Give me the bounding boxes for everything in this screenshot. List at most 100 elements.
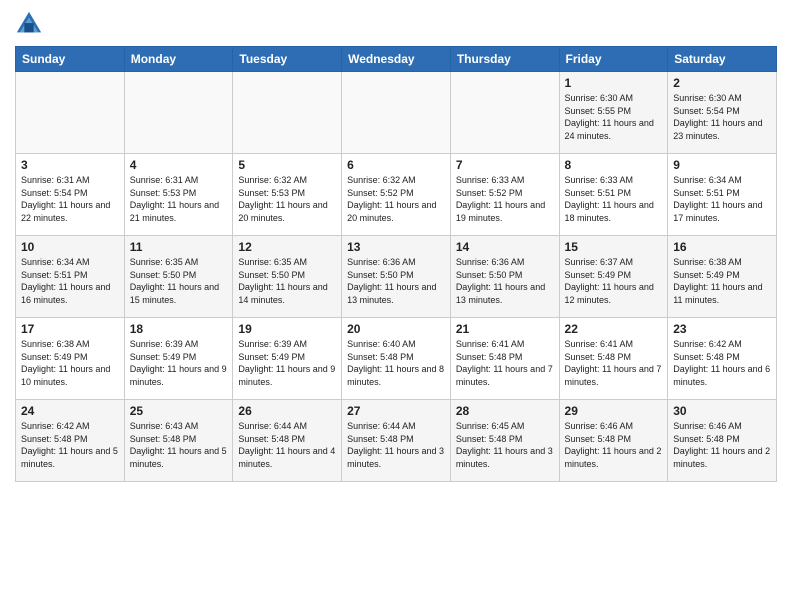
day-info: Sunrise: 6:39 AM Sunset: 5:49 PM Dayligh…	[130, 338, 228, 388]
day-info: Sunrise: 6:46 AM Sunset: 5:48 PM Dayligh…	[565, 420, 663, 470]
day-number: 29	[565, 404, 663, 418]
day-number: 28	[456, 404, 554, 418]
day-number: 10	[21, 240, 119, 254]
calendar-day: 15 Sunrise: 6:37 AM Sunset: 5:49 PM Dayli…	[559, 236, 668, 318]
calendar-day: 18 Sunrise: 6:39 AM Sunset: 5:49 PM Dayli…	[124, 318, 233, 400]
day-info: Sunrise: 6:33 AM Sunset: 5:52 PM Dayligh…	[456, 174, 554, 224]
calendar-table: SundayMondayTuesdayWednesdayThursdayFrid…	[15, 46, 777, 482]
day-info: Sunrise: 6:41 AM Sunset: 5:48 PM Dayligh…	[456, 338, 554, 388]
calendar-day	[233, 72, 342, 154]
calendar-body: 1 Sunrise: 6:30 AM Sunset: 5:55 PM Daylig…	[16, 72, 777, 482]
day-info: Sunrise: 6:35 AM Sunset: 5:50 PM Dayligh…	[238, 256, 336, 306]
day-number: 14	[456, 240, 554, 254]
day-info: Sunrise: 6:31 AM Sunset: 5:53 PM Dayligh…	[130, 174, 228, 224]
calendar-day	[450, 72, 559, 154]
day-info: Sunrise: 6:32 AM Sunset: 5:53 PM Dayligh…	[238, 174, 336, 224]
day-number: 5	[238, 158, 336, 172]
day-number: 30	[673, 404, 771, 418]
calendar-day: 24 Sunrise: 6:42 AM Sunset: 5:48 PM Dayli…	[16, 400, 125, 482]
weekday-header: Wednesday	[342, 47, 451, 72]
day-number: 7	[456, 158, 554, 172]
day-info: Sunrise: 6:31 AM Sunset: 5:54 PM Dayligh…	[21, 174, 119, 224]
day-info: Sunrise: 6:30 AM Sunset: 5:55 PM Dayligh…	[565, 92, 663, 142]
calendar-day: 8Sunrise: 6:33 AM Sunset: 5:51 PM Daylig…	[559, 154, 668, 236]
calendar-day: 6Sunrise: 6:32 AM Sunset: 5:52 PM Daylig…	[342, 154, 451, 236]
day-number: 22	[565, 322, 663, 336]
calendar-day: 10 Sunrise: 6:34 AM Sunset: 5:51 PM Dayli…	[16, 236, 125, 318]
day-number: 27	[347, 404, 445, 418]
calendar-day: 26Sunrise: 6:44 AM Sunset: 5:48 PM Dayli…	[233, 400, 342, 482]
day-number: 3	[21, 158, 119, 172]
calendar-day: 19 Sunrise: 6:39 AM Sunset: 5:49 PM Dayli…	[233, 318, 342, 400]
day-info: Sunrise: 6:44 AM Sunset: 5:48 PM Dayligh…	[238, 420, 336, 470]
day-info: Sunrise: 6:42 AM Sunset: 5:48 PM Dayligh…	[673, 338, 771, 388]
weekday-header: Tuesday	[233, 47, 342, 72]
header	[15, 10, 777, 38]
day-info: Sunrise: 6:34 AM Sunset: 5:51 PM Dayligh…	[673, 174, 771, 224]
day-number: 24	[21, 404, 119, 418]
calendar-day: 28 Sunrise: 6:45 AM Sunset: 5:48 PM Dayli…	[450, 400, 559, 482]
calendar-day: 27Sunrise: 6:44 AM Sunset: 5:48 PM Dayli…	[342, 400, 451, 482]
calendar-day: 20 Sunrise: 6:40 AM Sunset: 5:48 PM Dayli…	[342, 318, 451, 400]
calendar-day: 1 Sunrise: 6:30 AM Sunset: 5:55 PM Daylig…	[559, 72, 668, 154]
calendar-day: 13Sunrise: 6:36 AM Sunset: 5:50 PM Dayli…	[342, 236, 451, 318]
day-info: Sunrise: 6:43 AM Sunset: 5:48 PM Dayligh…	[130, 420, 228, 470]
day-info: Sunrise: 6:36 AM Sunset: 5:50 PM Dayligh…	[456, 256, 554, 306]
day-number: 20	[347, 322, 445, 336]
calendar-week: 3 Sunrise: 6:31 AM Sunset: 5:54 PM Daylig…	[16, 154, 777, 236]
calendar-day: 21 Sunrise: 6:41 AM Sunset: 5:48 PM Dayli…	[450, 318, 559, 400]
calendar-day: 3 Sunrise: 6:31 AM Sunset: 5:54 PM Daylig…	[16, 154, 125, 236]
day-info: Sunrise: 6:38 AM Sunset: 5:49 PM Dayligh…	[673, 256, 771, 306]
day-info: Sunrise: 6:39 AM Sunset: 5:49 PM Dayligh…	[238, 338, 336, 388]
day-info: Sunrise: 6:41 AM Sunset: 5:48 PM Dayligh…	[565, 338, 663, 388]
day-number: 17	[21, 322, 119, 336]
calendar-day: 2Sunrise: 6:30 AM Sunset: 5:54 PM Daylig…	[668, 72, 777, 154]
day-number: 15	[565, 240, 663, 254]
calendar-day	[342, 72, 451, 154]
day-number: 12	[238, 240, 336, 254]
calendar-day: 12 Sunrise: 6:35 AM Sunset: 5:50 PM Dayli…	[233, 236, 342, 318]
day-info: Sunrise: 6:45 AM Sunset: 5:48 PM Dayligh…	[456, 420, 554, 470]
day-number: 19	[238, 322, 336, 336]
calendar-day: 4 Sunrise: 6:31 AM Sunset: 5:53 PM Daylig…	[124, 154, 233, 236]
calendar-day	[16, 72, 125, 154]
calendar-day: 30 Sunrise: 6:46 AM Sunset: 5:48 PM Dayli…	[668, 400, 777, 482]
weekday-header: Sunday	[16, 47, 125, 72]
day-number: 16	[673, 240, 771, 254]
calendar-day: 11Sunrise: 6:35 AM Sunset: 5:50 PM Dayli…	[124, 236, 233, 318]
weekday-header: Friday	[559, 47, 668, 72]
calendar-week: 24 Sunrise: 6:42 AM Sunset: 5:48 PM Dayli…	[16, 400, 777, 482]
day-info: Sunrise: 6:36 AM Sunset: 5:50 PM Dayligh…	[347, 256, 445, 306]
weekday-header: Monday	[124, 47, 233, 72]
day-info: Sunrise: 6:32 AM Sunset: 5:52 PM Dayligh…	[347, 174, 445, 224]
day-info: Sunrise: 6:38 AM Sunset: 5:49 PM Dayligh…	[21, 338, 119, 388]
day-info: Sunrise: 6:46 AM Sunset: 5:48 PM Dayligh…	[673, 420, 771, 470]
day-number: 21	[456, 322, 554, 336]
calendar-day: 23 Sunrise: 6:42 AM Sunset: 5:48 PM Dayli…	[668, 318, 777, 400]
day-info: Sunrise: 6:42 AM Sunset: 5:48 PM Dayligh…	[21, 420, 119, 470]
day-info: Sunrise: 6:33 AM Sunset: 5:51 PM Dayligh…	[565, 174, 663, 224]
logo	[15, 10, 47, 38]
day-info: Sunrise: 6:40 AM Sunset: 5:48 PM Dayligh…	[347, 338, 445, 388]
weekday-header: Saturday	[668, 47, 777, 72]
day-number: 23	[673, 322, 771, 336]
page-container: SundayMondayTuesdayWednesdayThursdayFrid…	[0, 0, 792, 492]
calendar-header: SundayMondayTuesdayWednesdayThursdayFrid…	[16, 47, 777, 72]
day-info: Sunrise: 6:37 AM Sunset: 5:49 PM Dayligh…	[565, 256, 663, 306]
calendar-week: 10 Sunrise: 6:34 AM Sunset: 5:51 PM Dayli…	[16, 236, 777, 318]
calendar-day: 16 Sunrise: 6:38 AM Sunset: 5:49 PM Dayli…	[668, 236, 777, 318]
calendar-week: 1 Sunrise: 6:30 AM Sunset: 5:55 PM Daylig…	[16, 72, 777, 154]
weekday-header: Thursday	[450, 47, 559, 72]
day-number: 11	[130, 240, 228, 254]
calendar-week: 17 Sunrise: 6:38 AM Sunset: 5:49 PM Dayli…	[16, 318, 777, 400]
day-number: 18	[130, 322, 228, 336]
day-number: 1	[565, 76, 663, 90]
calendar-day: 29 Sunrise: 6:46 AM Sunset: 5:48 PM Dayli…	[559, 400, 668, 482]
day-number: 4	[130, 158, 228, 172]
logo-icon	[15, 10, 43, 38]
calendar-day: 7 Sunrise: 6:33 AM Sunset: 5:52 PM Daylig…	[450, 154, 559, 236]
calendar-day: 17 Sunrise: 6:38 AM Sunset: 5:49 PM Dayli…	[16, 318, 125, 400]
calendar-day: 14 Sunrise: 6:36 AM Sunset: 5:50 PM Dayli…	[450, 236, 559, 318]
calendar-day: 25Sunrise: 6:43 AM Sunset: 5:48 PM Dayli…	[124, 400, 233, 482]
day-info: Sunrise: 6:34 AM Sunset: 5:51 PM Dayligh…	[21, 256, 119, 306]
